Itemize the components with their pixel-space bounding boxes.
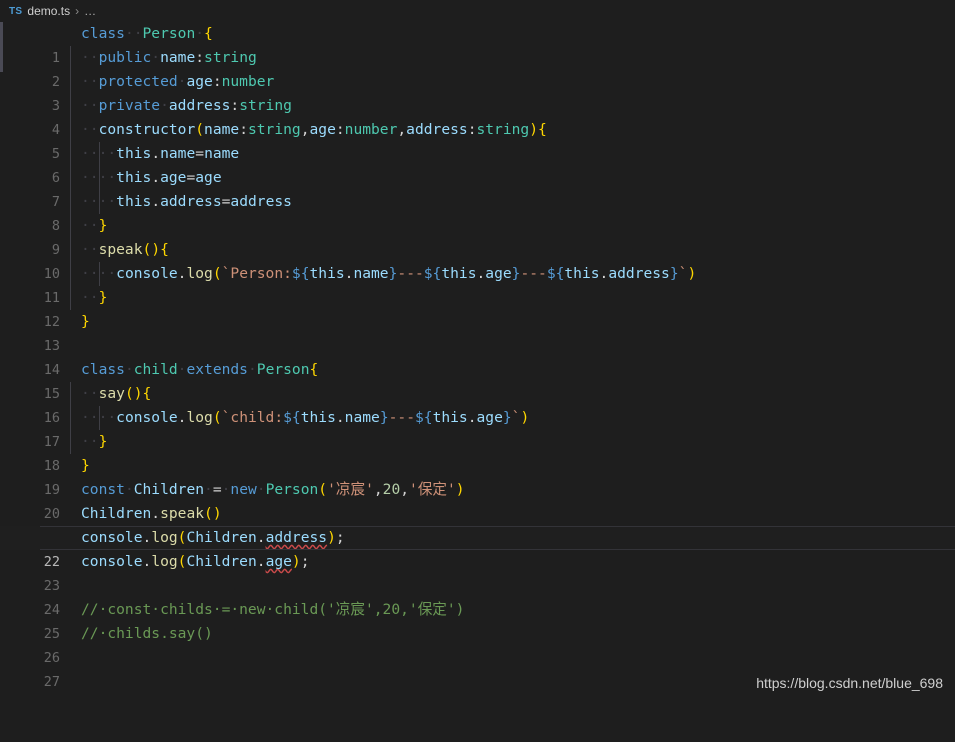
line-content: ····console.log(`Person:${this.name}---$…: [81, 265, 697, 282]
indent-guide: [70, 286, 71, 310]
line-content: console.log(Children.address);: [81, 529, 345, 546]
line-content: ····this.address=address: [81, 193, 292, 210]
indent-guide: [70, 382, 71, 406]
line-content: class··Person·{: [81, 25, 213, 42]
line-content: ··say(){: [81, 385, 152, 402]
line-content: ··constructor(name:string,age:number,add…: [81, 121, 547, 138]
code-line[interactable]: 8 ····this.address=address: [0, 190, 955, 234]
indent-guide: [99, 262, 100, 286]
code-line[interactable]: 9 ··}: [0, 214, 955, 258]
indent-guide: [99, 166, 100, 190]
chevron-right-icon: ›: [75, 4, 80, 18]
breadcrumb: TS demo.ts › …: [0, 0, 955, 22]
code-line[interactable]: 27: [0, 646, 955, 690]
line-content: const·Children·=·new·Person('凉宸',20,'保定'…: [81, 481, 465, 498]
code-line[interactable]: 13 }: [0, 310, 955, 354]
line-content: ····console.log(`child:${this.name}---${…: [81, 409, 530, 426]
code-line[interactable]: 16 ··say(){: [0, 382, 955, 426]
line-content: ··public·name:string: [81, 49, 257, 66]
code-line[interactable]: 1 class··Person·{: [0, 22, 955, 66]
code-line[interactable]: 19 }: [0, 454, 955, 498]
code-line[interactable]: 3 ··protected·age:number: [0, 70, 955, 114]
line-content: Children.speak(): [81, 505, 222, 522]
indent-guide: [99, 142, 100, 166]
indent-guide: [99, 406, 100, 430]
line-content: class·child·extends·Person{: [81, 361, 319, 378]
code-line[interactable]: 12 ··}: [0, 286, 955, 330]
code-line[interactable]: 15 class·child·extends·Person{: [0, 358, 955, 402]
code-line[interactable]: 2 ··public·name:string: [0, 46, 955, 90]
code-line[interactable]: 14: [0, 334, 955, 378]
code-line[interactable]: 7 ····this.age=age: [0, 166, 955, 210]
indent-guide: [70, 430, 71, 454]
code-line[interactable]: 25 //·const·childs·=·new·child('凉宸',20,'…: [0, 598, 955, 642]
indent-guide: [70, 190, 71, 214]
line-content: //·childs.say(): [81, 625, 213, 642]
line-content: ····this.age=age: [81, 169, 222, 186]
indent-guide: [70, 214, 71, 238]
code-line[interactable]: 11 ····console.log(`Person:${this.name}-…: [0, 262, 955, 306]
code-line[interactable]: 10 ··speak(){: [0, 238, 955, 282]
indent-guide: [70, 46, 71, 70]
breadcrumb-file-name[interactable]: demo.ts: [27, 4, 70, 18]
code-line[interactable]: 23 console.log(Children.age);: [0, 550, 955, 594]
line-content: ····this.name=name: [81, 145, 240, 162]
indent-guide: [70, 142, 71, 166]
error-token: age: [265, 553, 292, 570]
line-content: //·const·childs·=·new·child('凉宸',20,'保定'…: [81, 601, 465, 618]
typescript-file-icon: TS: [9, 5, 23, 17]
code-line[interactable]: 21 Children.speak(): [0, 502, 955, 546]
line-content: ··private·address:string: [81, 97, 292, 114]
indent-guide: [99, 190, 100, 214]
indent-guide: [70, 238, 71, 262]
editor-scrollbar-slider[interactable]: [0, 22, 3, 72]
indent-guide: [70, 94, 71, 118]
code-line[interactable]: 24: [0, 574, 955, 618]
line-number: 27: [43, 674, 60, 690]
indent-guide: [70, 406, 71, 430]
line-content: ··}: [81, 217, 108, 234]
code-line-active[interactable]: 22 console.log(Children.address);: [0, 526, 955, 570]
code-line[interactable]: 4 ··private·address:string: [0, 94, 955, 138]
code-editor[interactable]: 1 class··Person·{ 2 ··public·name:string…: [0, 22, 955, 699]
indent-guide: [70, 262, 71, 286]
code-line[interactable]: 17 ····console.log(`child:${this.name}--…: [0, 406, 955, 450]
code-line[interactable]: 26 //·childs.say(): [0, 622, 955, 666]
code-line[interactable]: 18 ··}: [0, 430, 955, 474]
error-token: address: [265, 529, 328, 546]
indent-guide: [70, 166, 71, 190]
code-line[interactable]: 20 const·Children·=·new·Person('凉宸',20,'…: [0, 478, 955, 522]
breadcrumb-overflow[interactable]: …: [84, 4, 97, 18]
code-line[interactable]: 5 ··constructor(name:string,age:number,a…: [0, 118, 955, 162]
line-content: ··speak(){: [81, 241, 169, 258]
watermark-url: https://blog.csdn.net/blue_698: [756, 675, 943, 691]
indent-guide: [70, 118, 71, 142]
line-content: }: [81, 457, 90, 474]
line-content: ··}: [81, 289, 108, 306]
line-content: ··protected·age:number: [81, 73, 275, 90]
line-content: ··}: [81, 433, 108, 450]
indent-guide: [70, 70, 71, 94]
code-line[interactable]: 6 ····this.name=name: [0, 142, 955, 186]
line-content: }: [81, 313, 90, 330]
line-content: console.log(Children.age);: [81, 553, 310, 570]
